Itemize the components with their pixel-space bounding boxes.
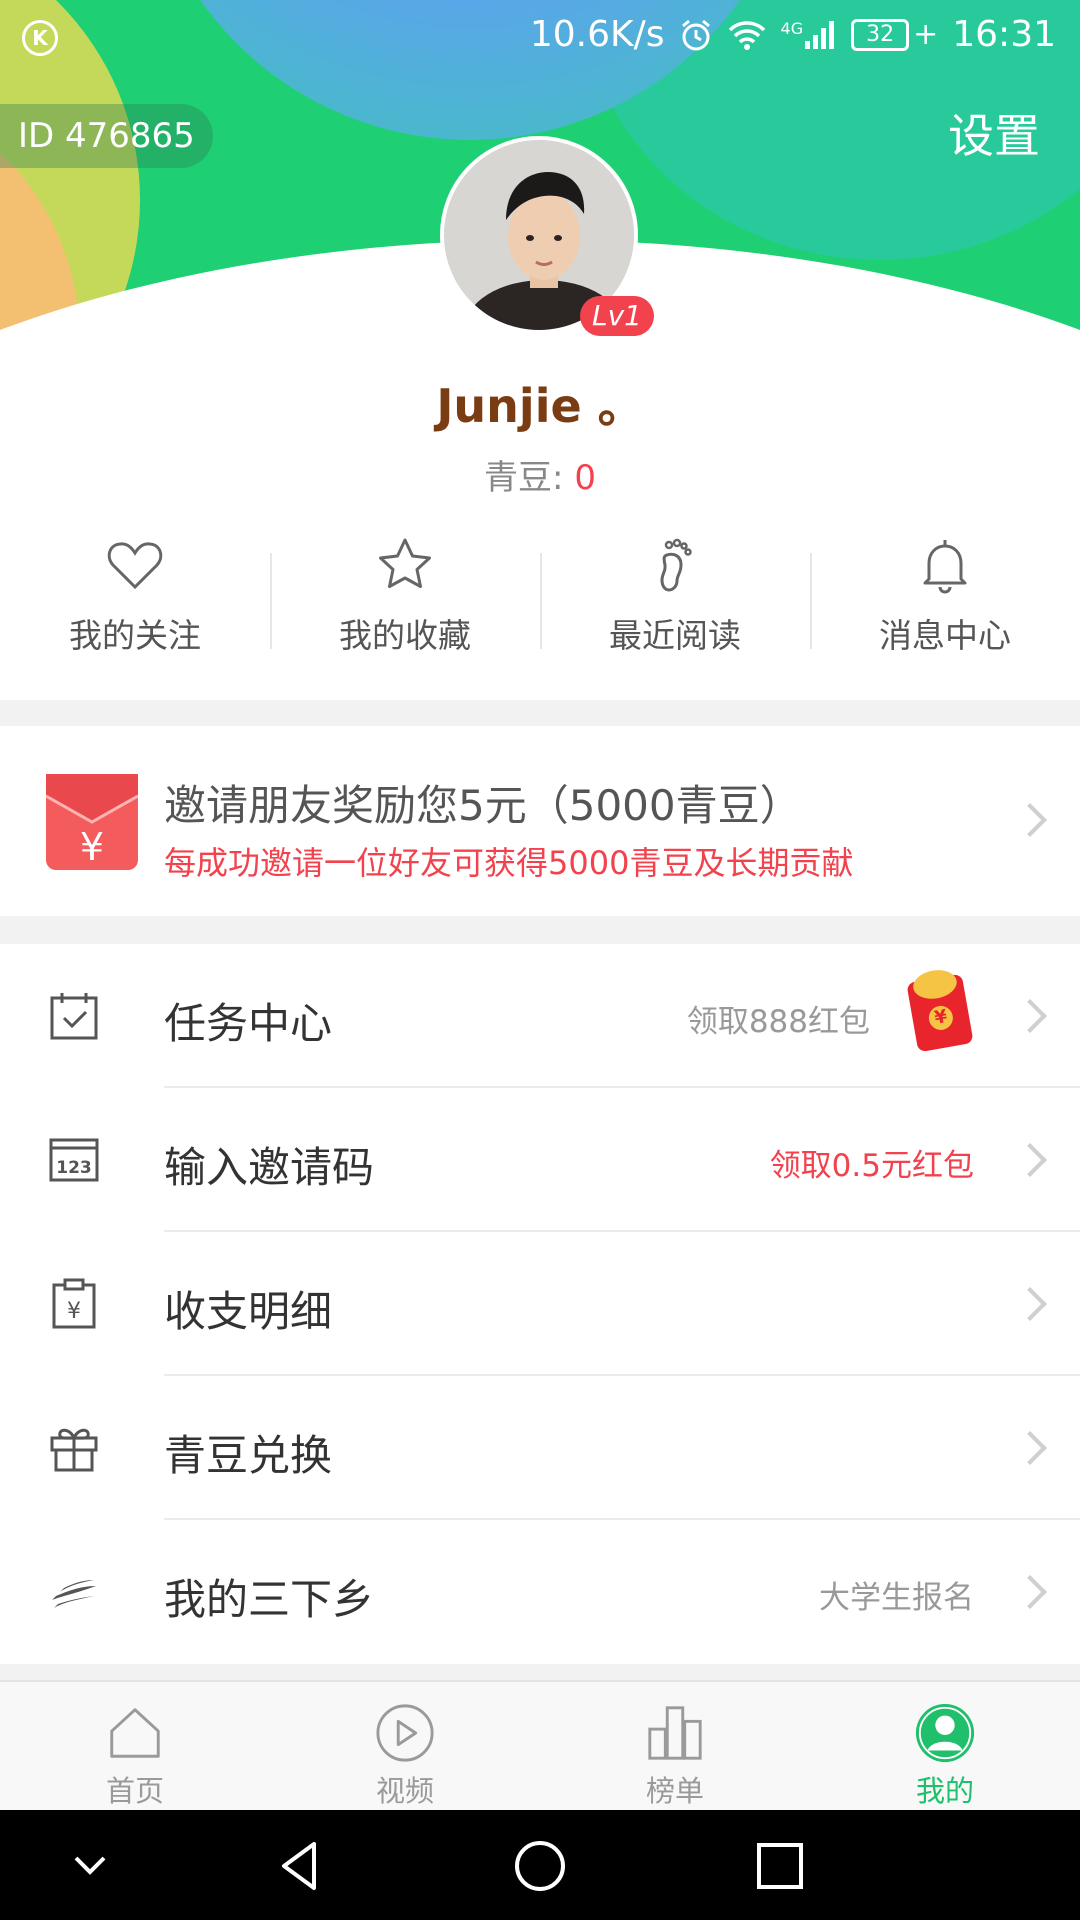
quick-item-label: 消息中心 [879, 616, 1011, 655]
bottom-tab-bar: 首页 视频 榜单 我的 [0, 1680, 1080, 1810]
invite-title: 邀请朋友奖励您5元（5000青豆） [164, 781, 802, 830]
clock: 16:31 [952, 14, 1056, 55]
quick-item-label: 我的收藏 [339, 616, 471, 655]
menu-item-hint: 领取0.5元红包 [769, 1148, 974, 1184]
menu-list: 任务中心 领取888红包 123 输入邀请码 领取0.5元红包 ¥ 收支明细 青… [0, 944, 1080, 1664]
menu-item-label: 收支明细 [164, 1287, 333, 1336]
quick-item-following[interactable]: 我的关注 [0, 535, 270, 665]
quick-item-messages[interactable]: 消息中心 [810, 535, 1080, 665]
battery-level: 32 [851, 18, 910, 51]
code-123-icon: 123 [49, 1138, 99, 1182]
system-navigation-bar [0, 1810, 1080, 1920]
chevron-right-icon [1013, 803, 1047, 837]
tab-home[interactable]: 首页 [0, 1682, 270, 1810]
quick-item-label: 我的关注 [69, 616, 201, 655]
tab-mine[interactable]: 我的 [810, 1682, 1080, 1810]
status-indicators: 10.6K/s 4G 32 + 16:31 [530, 14, 1056, 55]
tab-label: 视频 [375, 1774, 434, 1808]
chevron-right-icon [1013, 1287, 1047, 1321]
star-icon [379, 538, 431, 588]
invite-subtitle: 每成功邀请一位好友可获得5000青豆及长期贡献 [164, 844, 854, 882]
tab-video[interactable]: 视频 [270, 1682, 540, 1810]
quick-actions: 我的关注 我的收藏 最近阅读 消息中心 [0, 535, 1080, 665]
tab-label: 榜单 [645, 1774, 704, 1808]
red-packet-icon [906, 973, 974, 1053]
play-icon [376, 1704, 434, 1762]
chevron-right-icon [1013, 1143, 1047, 1177]
user-id-badge[interactable]: ID 476865 [0, 104, 213, 168]
svg-text:¥: ¥ [67, 1299, 81, 1324]
menu-item-task-center[interactable]: 任务中心 领取888红包 [0, 944, 1080, 1088]
quick-item-recent-reading[interactable]: 最近阅读 [540, 535, 810, 665]
red-envelope-icon: ¥ [45, 774, 139, 870]
menu-item-label: 输入邀请码 [164, 1143, 375, 1192]
charging-icon: + [913, 17, 939, 52]
menu-item-hint: 大学生报名 [819, 1580, 974, 1616]
level-badge: Lv1 [580, 296, 654, 336]
beans-label: 青豆: [484, 458, 564, 498]
calendar-check-icon [50, 993, 98, 1040]
menu-item-rural-program[interactable]: 我的三下乡 大学生报名 [0, 1520, 1080, 1664]
quick-item-label: 最近阅读 [609, 616, 741, 655]
tab-label: 首页 [105, 1774, 164, 1808]
app-k-icon: K [22, 20, 58, 56]
username: Junjie 。 [436, 379, 644, 433]
home-icon [110, 1708, 160, 1758]
tab-label: 我的 [915, 1774, 974, 1808]
settings-button[interactable]: 设置 [948, 106, 1040, 166]
beans-balance: 青豆: 0 [0, 450, 1080, 499]
wing-icon [52, 1580, 96, 1608]
chevron-right-icon [1013, 999, 1047, 1033]
heart-icon [107, 542, 163, 590]
menu-item-invite-code[interactable]: 123 输入邀请码 领取0.5元红包 [0, 1088, 1080, 1232]
menu-item-label: 任务中心 [164, 999, 333, 1048]
bell-icon [923, 540, 967, 594]
user-icon [915, 1703, 975, 1763]
wifi-icon [727, 19, 767, 51]
signal-icon: 4G [781, 19, 838, 51]
back-icon[interactable] [270, 1836, 330, 1896]
home-circle-icon[interactable] [510, 1836, 570, 1896]
menu-item-label: 青豆兑换 [164, 1431, 333, 1480]
menu-item-transactions[interactable]: ¥ 收支明细 [0, 1232, 1080, 1376]
tab-ranking[interactable]: 榜单 [540, 1682, 810, 1810]
menu-item-hint: 领取888红包 [686, 1004, 870, 1040]
alarm-icon [679, 18, 713, 52]
beans-value: 0 [574, 458, 596, 498]
ranking-icon [648, 1706, 702, 1760]
chevron-down-icon[interactable] [60, 1836, 120, 1896]
profile-header: K 10.6K/s 4G 32 + 16:31 ID 476865 设置 Lv1… [0, 0, 1080, 700]
net-speed: 10.6K/s [529, 14, 665, 55]
recent-apps-icon[interactable] [750, 1836, 810, 1896]
menu-item-beans-exchange[interactable]: 青豆兑换 [0, 1376, 1080, 1520]
svg-text:¥: ¥ [80, 825, 104, 869]
gift-icon [50, 1428, 98, 1472]
network-type: 4G [780, 18, 804, 38]
yuan-clipboard-icon: ¥ [52, 1278, 96, 1329]
svg-text:123: 123 [56, 1158, 92, 1178]
quick-item-favorites[interactable]: 我的收藏 [270, 535, 540, 665]
status-bar: K 10.6K/s 4G 32 + 16:31 [0, 0, 1080, 74]
chevron-right-icon [1013, 1575, 1047, 1609]
menu-item-label: 我的三下乡 [164, 1575, 375, 1624]
footprint-icon [660, 538, 692, 592]
invite-banner[interactable]: ¥ 邀请朋友奖励您5元（5000青豆） 每成功邀请一位好友可获得5000青豆及长… [0, 726, 1080, 916]
chevron-right-icon [1013, 1431, 1047, 1465]
